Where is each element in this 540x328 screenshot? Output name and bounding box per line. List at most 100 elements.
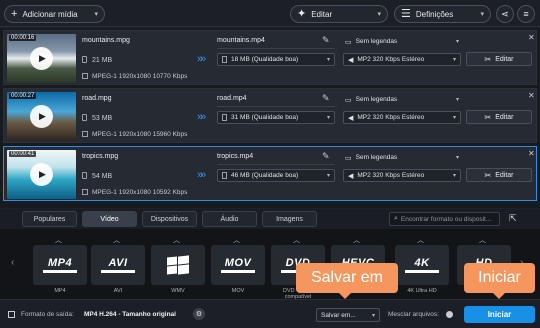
- output-size-text: 46 MB (Qualidade boa): [231, 172, 299, 179]
- share-button[interactable]: ⋖: [496, 5, 514, 23]
- file-icon: [82, 56, 87, 63]
- format-tabs-bar: Populares Vídeo Dispositivos Áudio Image…: [0, 209, 540, 229]
- duration-label: 00:00:27: [9, 93, 37, 99]
- audio-track-select[interactable]: ◀ MP2 320 Kbps Estéreo ▾: [343, 169, 461, 182]
- format-logo-text: MP4: [47, 257, 73, 269]
- gear-icon[interactable]: ⚙: [193, 308, 205, 320]
- file-row-selected[interactable]: 00:00:41 ▶ tropics.mpg 54 MB MPEG-1 1920…: [3, 146, 537, 201]
- chevron-down-icon: ▾: [480, 11, 484, 18]
- audio-text: MP2 320 Kbps Estéreo: [357, 114, 425, 121]
- source-file-info: MPEG-1 1920x1080 15960 Kbps: [82, 131, 187, 138]
- subtitles-select[interactable]: ▭ Sem legendas ▾: [343, 93, 461, 106]
- audio-track-select[interactable]: ◀ MP2 320 Kbps Estéreo ▾: [343, 111, 461, 124]
- tab-popular[interactable]: Populares: [22, 211, 77, 227]
- divider: [217, 106, 335, 107]
- remove-file-icon[interactable]: ✕: [528, 149, 535, 158]
- output-size-text: 31 MB (Qualidade boa): [231, 114, 299, 121]
- audio-text: MP2 320 Kbps Estéreo: [357, 56, 425, 63]
- tab-video[interactable]: Vídeo: [82, 211, 137, 227]
- divider: [217, 48, 335, 49]
- rename-pencil-icon[interactable]: ✎: [322, 151, 330, 162]
- source-size-text: 21 MB: [92, 57, 113, 64]
- format-search-input[interactable]: ⌕ Encontrar formato ou disposit...: [389, 212, 500, 226]
- subtitles-icon: ▭: [345, 154, 352, 162]
- video-thumbnail[interactable]: 00:00:16 ▶: [7, 34, 76, 83]
- start-button[interactable]: Iniciar: [464, 306, 535, 323]
- chevron-up-icon: ︿: [353, 237, 360, 244]
- output-size-select[interactable]: 18 MB (Qualidade boa) ▾: [217, 53, 335, 66]
- output-size-select[interactable]: 31 MB (Qualidade boa) ▾: [217, 111, 335, 124]
- windows-icon: [167, 255, 189, 275]
- play-icon[interactable]: ▶: [30, 163, 53, 186]
- output-size-select[interactable]: 46 MB (Qualidade boa) ▾: [217, 169, 335, 182]
- convert-arrow-icon: »»: [197, 169, 206, 181]
- source-file-name: mountains.mpg: [82, 37, 130, 44]
- edit-menu-button[interactable]: ✦ Editar ▾: [290, 5, 388, 23]
- subtitles-text: Sem legendas: [355, 154, 398, 161]
- wand-icon: ✦: [297, 7, 307, 20]
- speaker-icon: ◀: [348, 114, 354, 122]
- settings-menu-button[interactable]: ☰ Definições ▾: [394, 5, 491, 23]
- chevron-up-icon: ︿: [293, 237, 300, 244]
- play-icon[interactable]: ▶: [30, 47, 53, 70]
- duration-label: 00:00:16: [9, 35, 37, 41]
- format-4k[interactable]: ︿ 4K 4K Ultra HD: [393, 235, 451, 299]
- edit-file-button[interactable]: ✂ Editar: [466, 110, 532, 124]
- export-icon[interactable]: ⇱: [509, 213, 521, 225]
- tab-images[interactable]: Imagens: [262, 211, 317, 227]
- file-row[interactable]: 00:00:27 ▶ road.mpg 53 MB MPEG-1 1920x10…: [3, 88, 537, 143]
- file-icon: [222, 56, 227, 63]
- format-logo: MP4: [33, 245, 87, 285]
- logo-strip: [43, 270, 77, 273]
- menu-button[interactable]: ≡: [517, 5, 535, 23]
- rename-pencil-icon[interactable]: ✎: [322, 93, 330, 104]
- logo-strip: [405, 270, 439, 273]
- chevron-down-icon: ▾: [452, 57, 456, 63]
- format-avi[interactable]: ︿ AVI AVI: [89, 235, 147, 299]
- chevron-up-icon: ︿: [173, 237, 180, 244]
- save-to-select[interactable]: Salvar em... ▾: [316, 308, 380, 322]
- settings-menu-label: Definições: [415, 9, 454, 19]
- callout-tail: [339, 293, 351, 299]
- logo-strip: [221, 270, 255, 273]
- format-wmv[interactable]: ︿ WMV: [149, 235, 207, 299]
- add-media-button[interactable]: + Adicionar mídia ▾: [4, 5, 105, 23]
- source-info-text: MPEG-1 1920x1080 15960 Kbps: [92, 131, 188, 138]
- chevron-down-icon: ▾: [452, 173, 456, 179]
- callout-save-text: Salvar em: [310, 269, 384, 286]
- tab-audio[interactable]: Áudio: [202, 211, 257, 227]
- chevron-left-icon[interactable]: ‹: [11, 257, 14, 268]
- file-list: 00:00:16 ▶ mountains.mpg 21 MB MPEG-1 19…: [0, 28, 540, 208]
- convert-arrow-icon: »»: [197, 53, 206, 65]
- format-label: MOV: [231, 288, 245, 294]
- chevron-down-icon: ▾: [371, 312, 375, 319]
- audio-track-select[interactable]: ◀ MP2 320 Kbps Estéreo ▾: [343, 53, 461, 66]
- format-mov[interactable]: ︿ MOV MOV: [209, 235, 267, 299]
- format-logo: [151, 245, 205, 285]
- format-logo-text: AVI: [108, 257, 128, 269]
- format-mp4[interactable]: ︿ MP4 MP4: [31, 235, 89, 299]
- plus-icon: +: [11, 7, 18, 20]
- duration-label: 00:00:41: [9, 151, 37, 157]
- output-format-value: MP4 H.264 - Tamanho original: [84, 311, 176, 318]
- chevron-up-icon: ︿: [479, 237, 486, 244]
- remove-file-icon[interactable]: ✕: [528, 91, 535, 100]
- chevron-down-icon: ▾: [326, 115, 330, 121]
- merge-files-toggle[interactable]: [446, 311, 453, 318]
- subtitles-select[interactable]: ▭ Sem legendas ▾: [343, 151, 461, 164]
- rename-pencil-icon[interactable]: ✎: [322, 35, 330, 46]
- scissors-icon: ✂: [484, 54, 492, 64]
- edit-file-button[interactable]: ✂ Editar: [466, 52, 532, 66]
- tab-devices[interactable]: Dispositivos: [142, 211, 197, 227]
- format-logo-text: MOV: [224, 257, 252, 269]
- video-thumbnail[interactable]: 00:00:27 ▶: [7, 92, 76, 141]
- subtitles-select[interactable]: ▭ Sem legendas ▾: [343, 35, 461, 48]
- search-icon: ⌕: [394, 215, 398, 222]
- format-carousel: ‹ ︿ MP4 MP4 ︿ AVI AVI ︿ WMV ︿ MOV MOV ︿ …: [0, 229, 540, 300]
- edit-file-button[interactable]: ✂ Editar: [466, 168, 532, 182]
- video-thumbnail[interactable]: 00:00:41 ▶: [7, 150, 76, 199]
- file-row[interactable]: 00:00:16 ▶ mountains.mpg 21 MB MPEG-1 19…: [3, 30, 537, 85]
- format-logo-text: 4K: [414, 257, 430, 269]
- remove-file-icon[interactable]: ✕: [528, 33, 535, 42]
- play-icon[interactable]: ▶: [30, 105, 53, 128]
